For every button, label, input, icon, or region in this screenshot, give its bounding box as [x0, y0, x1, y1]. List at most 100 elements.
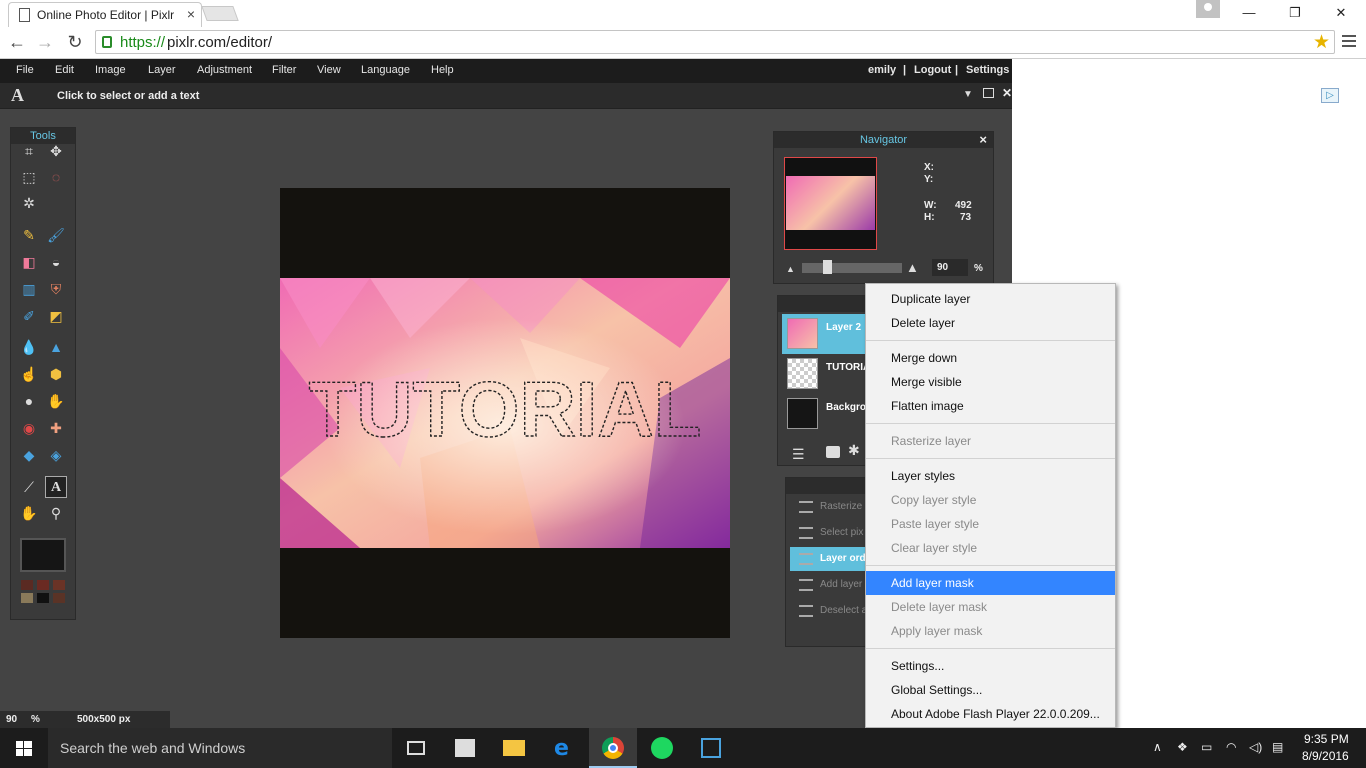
drawing-icon[interactable]: ◩ [45, 305, 67, 327]
brush-icon[interactable]: 🖌 [45, 224, 67, 246]
menu-edit[interactable]: Edit [55, 64, 74, 76]
history-item[interactable]: Add layer [790, 573, 868, 597]
swatch[interactable] [21, 580, 33, 590]
layer-row[interactable]: Backgrou [782, 394, 872, 434]
primary-color-swatch[interactable] [20, 538, 66, 572]
file-explorer-icon[interactable] [490, 728, 538, 768]
swatch[interactable] [37, 580, 49, 590]
wand-icon[interactable]: ✲ [18, 192, 40, 214]
menu-language[interactable]: Language [361, 64, 410, 76]
smudge-icon[interactable]: ☝ [18, 363, 40, 385]
context-menu-item[interactable]: Settings... [866, 654, 1115, 678]
back-icon[interactable]: ← [6, 32, 28, 53]
zoom-in-icon[interactable]: ▲ [906, 260, 919, 275]
new-tab-button[interactable] [201, 6, 239, 21]
app-icon[interactable] [687, 728, 735, 768]
layer-settings-icon[interactable]: ☰ [792, 446, 805, 463]
menu-layer[interactable]: Layer [148, 64, 176, 76]
task-view-icon[interactable] [392, 728, 440, 768]
gradient-icon[interactable]: ▥ [18, 278, 40, 300]
dropdown-arrow-icon[interactable]: ▼ [963, 89, 973, 100]
menu-image[interactable]: Image [95, 64, 126, 76]
image-canvas[interactable]: TUTORIAL [280, 188, 730, 638]
swatch[interactable] [21, 593, 33, 603]
start-button[interactable] [0, 728, 48, 768]
sharpen-icon[interactable]: ▲ [45, 336, 67, 358]
address-bar[interactable]: https:// pixlr.com/editor/ ★ [95, 30, 1335, 54]
store-icon[interactable] [441, 728, 489, 768]
float-window-icon[interactable] [983, 88, 994, 98]
dropbox-icon[interactable]: ❖ [1177, 740, 1188, 754]
battery-icon[interactable]: ▭ [1201, 740, 1212, 754]
bucket-icon[interactable]: ◒ [45, 251, 67, 273]
dodge-icon[interactable]: ● [18, 390, 40, 412]
profile-icon[interactable] [1196, 0, 1220, 18]
sponge-icon[interactable]: ⬢ [45, 363, 67, 385]
menu-filter[interactable]: Filter [272, 64, 296, 76]
new-layer-icon[interactable]: ✱ [848, 442, 860, 459]
blur-icon[interactable]: 💧 [18, 336, 40, 358]
context-menu-item[interactable]: About Adobe Flash Player 22.0.0.209... [866, 702, 1115, 726]
color-replace-icon[interactable]: ✐ [18, 305, 40, 327]
minimize-button[interactable]: — [1226, 0, 1272, 27]
menu-adjustment[interactable]: Adjustment [197, 64, 252, 76]
taskbar-search[interactable]: Search the web and Windows [48, 728, 392, 768]
adchoices-icon[interactable]: ▷ [1321, 88, 1339, 103]
history-item[interactable]: Deselect a [790, 599, 868, 623]
zoom-out-icon[interactable]: ▲ [786, 264, 795, 274]
eraser-icon[interactable]: ◧ [18, 251, 40, 273]
chrome-icon[interactable] [589, 728, 637, 768]
layer-row[interactable]: Layer 2 [782, 314, 868, 354]
crop-icon[interactable]: ⌗ [18, 140, 40, 162]
spot-heal-icon[interactable]: ✚ [45, 417, 67, 439]
swatch[interactable] [53, 580, 65, 590]
close-icon[interactable]: ✕ [1002, 86, 1012, 100]
edge-icon[interactable]: e [540, 728, 588, 768]
context-menu-item[interactable]: Add layer mask [866, 571, 1115, 595]
navigator-thumbnail[interactable] [784, 157, 877, 250]
tab-close-icon[interactable]: × [187, 6, 195, 22]
history-item[interactable]: Layer orde [790, 547, 871, 571]
bookmark-star-icon[interactable]: ★ [1313, 31, 1330, 54]
swatch[interactable] [53, 593, 65, 603]
history-item[interactable]: Rasterize [790, 495, 868, 519]
type-icon[interactable]: A [45, 476, 67, 498]
mask-icon[interactable] [826, 446, 840, 458]
move-icon[interactable]: ✥ [45, 140, 67, 162]
zoom-slider-handle[interactable] [823, 260, 832, 274]
context-menu-item[interactable]: Merge visible [866, 370, 1115, 394]
settings-link[interactable]: Settings [966, 64, 1009, 76]
forward-icon[interactable]: → [34, 32, 56, 53]
restore-button[interactable]: ❐ [1272, 0, 1318, 27]
layer-row[interactable]: TUTORIA [782, 354, 870, 394]
menu-help[interactable]: Help [431, 64, 454, 76]
context-menu-item[interactable]: Duplicate layer [866, 287, 1115, 311]
clock-date[interactable]: 8/9/2016 [1302, 749, 1349, 763]
stamp-icon[interactable]: ⛨ [45, 278, 67, 300]
reload-icon[interactable]: ↻ [64, 32, 86, 53]
swatch[interactable] [37, 593, 49, 603]
pinch-icon[interactable]: ◈ [45, 444, 67, 466]
username-link[interactable]: emily [868, 64, 896, 76]
pencil-icon[interactable]: ✎ [18, 224, 40, 246]
chrome-menu-icon[interactable] [1342, 35, 1356, 50]
logout-link[interactable]: Logout [914, 64, 951, 76]
context-menu-item[interactable]: Global Settings... [866, 678, 1115, 702]
hand-icon[interactable]: ✋ [18, 502, 40, 524]
zoom-input[interactable]: 90 [932, 259, 968, 276]
picker-icon[interactable]: ⟋ [18, 476, 40, 498]
redeye-icon[interactable]: ◉ [18, 417, 40, 439]
wifi-icon[interactable]: ◠ [1226, 740, 1236, 754]
bloat-icon[interactable]: ◆ [18, 444, 40, 466]
browser-tab[interactable]: Online Photo Editor | Pixlr × [8, 2, 202, 27]
close-icon[interactable]: × [979, 132, 987, 148]
menu-file[interactable]: File [16, 64, 34, 76]
tray-overflow-icon[interactable]: ∧ [1153, 740, 1162, 754]
close-window-button[interactable]: ✕ [1318, 0, 1364, 27]
history-item[interactable]: Select pix [790, 521, 868, 545]
context-menu-item[interactable]: Layer styles [866, 464, 1115, 488]
burn-icon[interactable]: ✋ [45, 390, 67, 412]
volume-icon[interactable]: ◁) [1249, 740, 1262, 754]
context-menu-item[interactable]: Flatten image [866, 394, 1115, 418]
zoom-slider[interactable] [802, 263, 902, 273]
